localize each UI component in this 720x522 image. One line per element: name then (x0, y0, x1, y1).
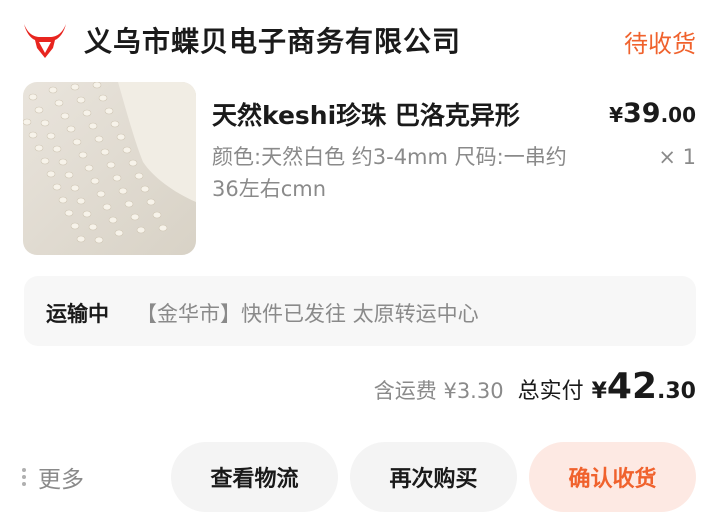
logistics-card[interactable]: 运输中 【金华市】快件已发往 太原转运中心 (24, 276, 696, 346)
order-status: 待收货 (624, 30, 696, 58)
logistics-status: 运输中 (46, 302, 109, 326)
total-integer: 42 (606, 366, 658, 407)
vertical-dots-icon (22, 468, 26, 486)
price-decimal: .00 (660, 103, 696, 127)
total-currency: ¥ (591, 379, 607, 404)
product-quantity: × 1 (658, 145, 696, 169)
more-button[interactable]: 更多 (22, 460, 84, 494)
price-integer: 39 (622, 98, 661, 129)
pearl-strands-image (23, 82, 196, 255)
rebuy-button[interactable]: 再次购买 (350, 442, 517, 512)
product-price: ¥39.00 (609, 98, 696, 129)
bull-head-icon (24, 24, 66, 58)
confirm-receipt-button[interactable]: 确认收货 (529, 442, 696, 512)
view-logistics-button[interactable]: 查看物流 (171, 442, 338, 512)
more-label: 更多 (38, 467, 84, 493)
order-totals: 含运费 ¥3.30 总实付 ¥42.30 (374, 366, 696, 416)
price-currency: ¥ (609, 103, 623, 127)
shop-name[interactable]: 义乌市蝶贝电子商务有限公司 (84, 20, 461, 60)
product-title[interactable]: 天然keshi珍珠 巴洛克异形 (212, 96, 520, 132)
total-label: 总实付 (517, 379, 584, 404)
product-spec: 颜色:天然白色 约3-4mm 尺码:一串约36左右cmn (212, 145, 567, 201)
shop-header[interactable]: 义乌市蝶贝电子商务有限公司 待收货 (0, 0, 720, 82)
logistics-detail: 【金华市】快件已发往 太原转运中心 (136, 302, 479, 326)
total-decimal: .30 (657, 379, 696, 404)
product-image[interactable] (23, 82, 196, 255)
shipping-fee: 含运费 ¥3.30 (373, 379, 504, 403)
